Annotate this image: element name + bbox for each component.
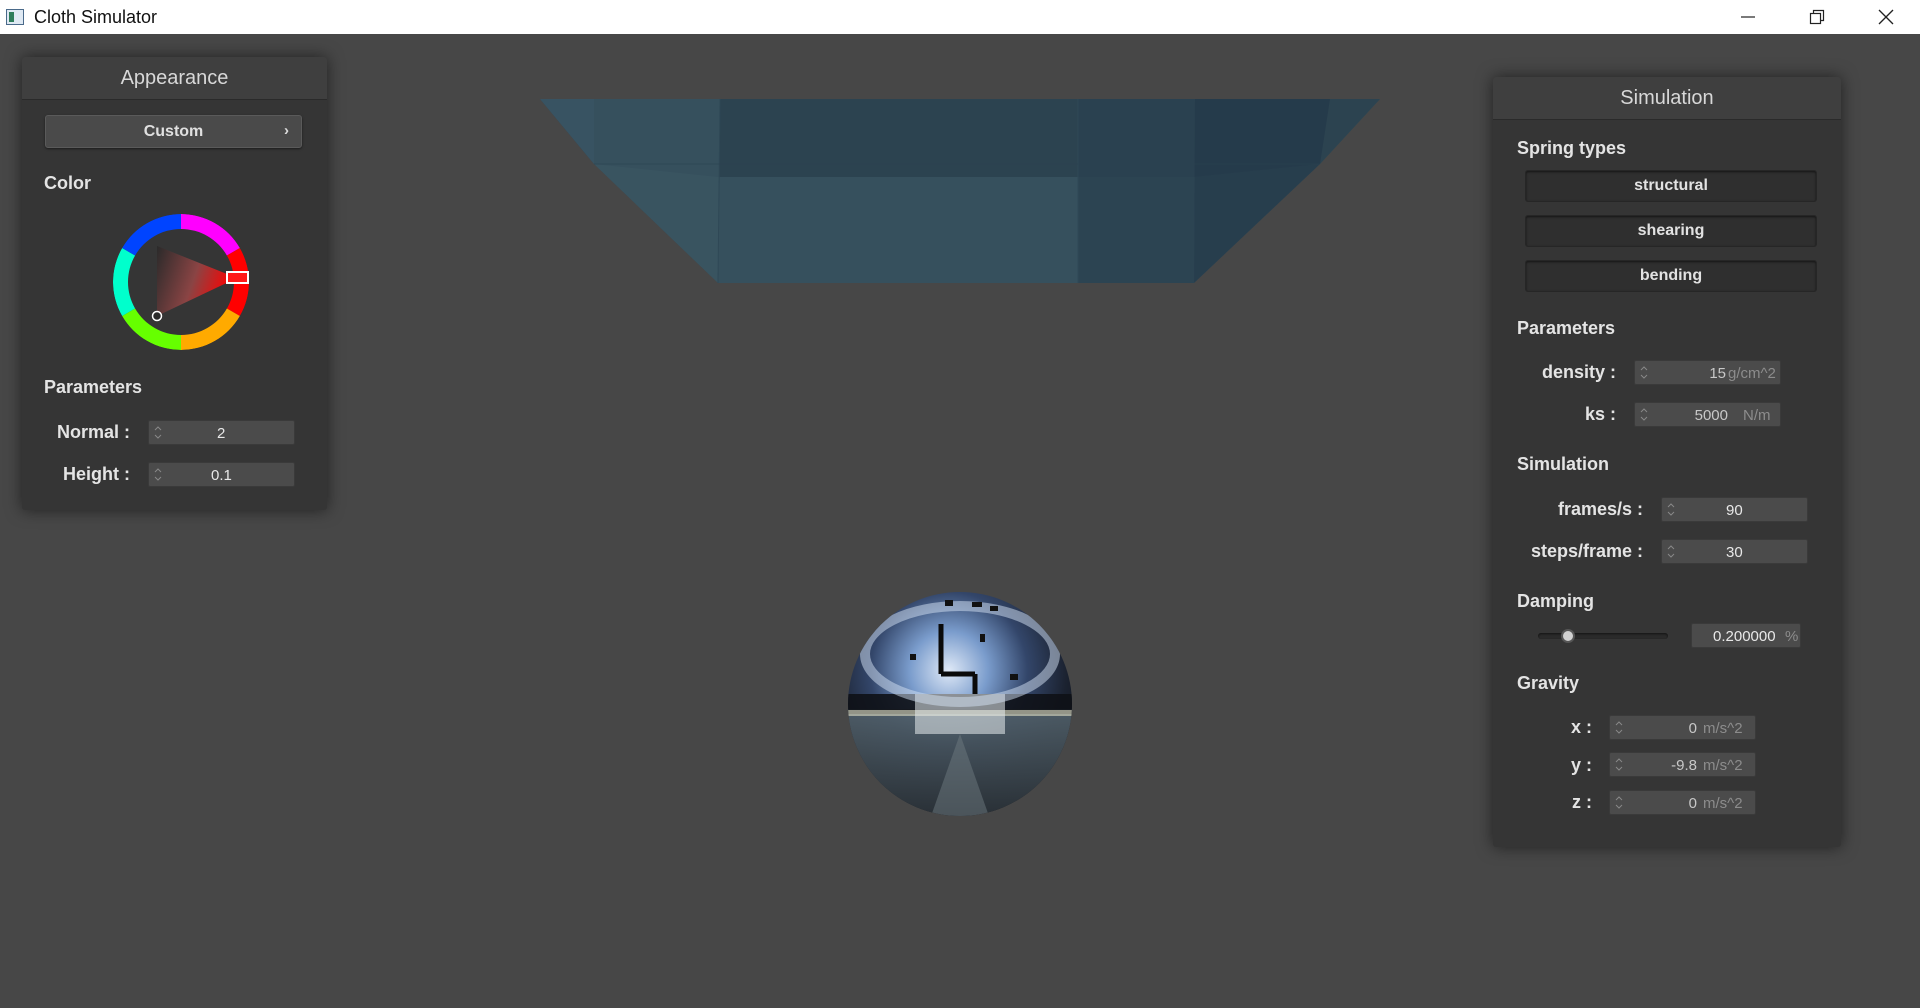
- cloth-mesh: [540, 98, 1380, 284]
- height-label: Height :: [63, 464, 130, 484]
- gravity-z-value: 0: [1688, 795, 1697, 812]
- gravity-x-label: x :: [1570, 717, 1592, 737]
- damping-slider[interactable]: [1538, 628, 1668, 644]
- density-unit: g/cm^2: [1728, 365, 1776, 382]
- normal-input[interactable]: 2: [148, 420, 295, 445]
- damping-value: 0.200000: [1713, 628, 1776, 645]
- collision-sphere: [848, 592, 1072, 816]
- restore-icon: [1809, 9, 1824, 25]
- damping-slider-knob[interactable]: [1561, 629, 1576, 643]
- spring-types-label: Spring types: [1517, 138, 1627, 158]
- restore-button[interactable]: [1782, 0, 1851, 34]
- simulation-parameters-label: Parameters: [1517, 318, 1616, 338]
- spinner-icon[interactable]: [1639, 406, 1649, 423]
- damping-unit: %: [1785, 628, 1799, 645]
- height-value: 0.1: [211, 467, 232, 484]
- density-input[interactable]: 15 g/cm^2: [1634, 360, 1781, 385]
- spinner-icon[interactable]: [1639, 364, 1649, 381]
- height-input[interactable]: 0.1: [148, 462, 295, 487]
- gravity-x-input[interactable]: 0 m/s^2: [1609, 715, 1756, 740]
- spinner-icon[interactable]: [1666, 543, 1676, 560]
- steps-input[interactable]: 30: [1661, 539, 1808, 564]
- saturation-triangle[interactable]: [157, 246, 237, 316]
- appearance-panel-title: Appearance: [22, 57, 327, 100]
- gravity-z-label: z :: [1572, 792, 1592, 812]
- ks-input[interactable]: 5000 N/m: [1634, 402, 1781, 427]
- color-picker-marker[interactable]: [151, 310, 163, 322]
- spinner-icon[interactable]: [153, 466, 163, 483]
- gravity-x-unit: m/s^2: [1703, 720, 1743, 737]
- appearance-parameters-label: Parameters: [44, 377, 143, 397]
- spinner-icon[interactable]: [1614, 794, 1624, 811]
- normal-value: 2: [217, 425, 226, 442]
- steps-label: steps/frame :: [1530, 541, 1643, 561]
- density-label: density :: [1541, 362, 1616, 382]
- density-value: 15: [1709, 365, 1726, 382]
- simulation-section-label: Simulation: [1517, 454, 1610, 474]
- gravity-z-input[interactable]: 0 m/s^2: [1609, 790, 1756, 815]
- structural-toggle-button[interactable]: structural: [1525, 170, 1817, 202]
- gravity-y-unit: m/s^2: [1703, 757, 1743, 774]
- spinner-icon[interactable]: [1614, 756, 1624, 773]
- bending-toggle-button[interactable]: bending: [1525, 260, 1817, 292]
- chevron-right-icon: ›: [284, 122, 289, 139]
- ks-label: ks :: [1584, 404, 1616, 424]
- simulation-panel-title: Simulation: [1493, 77, 1841, 120]
- color-section-label: Color: [44, 173, 91, 193]
- minimize-icon: [1740, 16, 1755, 18]
- window-controls: [1713, 0, 1920, 34]
- window-title: Cloth Simulator: [34, 6, 158, 27]
- damping-slider-track: [1538, 633, 1668, 639]
- normal-label: Normal :: [56, 422, 130, 442]
- steps-value: 30: [1726, 544, 1743, 561]
- window-titlebar: Cloth Simulator: [0, 0, 1920, 34]
- gravity-x-value: 0: [1688, 720, 1697, 737]
- app-icon: [6, 9, 24, 25]
- gravity-y-label: y :: [1570, 755, 1592, 775]
- spinner-icon[interactable]: [153, 424, 163, 441]
- shearing-toggle-button[interactable]: shearing: [1525, 215, 1817, 247]
- ks-value: 5000: [1694, 407, 1728, 424]
- shader-dropdown-value: Custom: [143, 122, 204, 140]
- spinner-icon[interactable]: [1614, 719, 1624, 736]
- damping-input[interactable]: 0.200000 %: [1691, 623, 1801, 648]
- gravity-y-value: -9.8: [1671, 757, 1697, 774]
- fps-input[interactable]: 90: [1661, 497, 1808, 522]
- fps-value: 90: [1726, 502, 1743, 519]
- gravity-z-unit: m/s^2: [1703, 795, 1743, 812]
- damping-label: Damping: [1517, 591, 1595, 611]
- close-button[interactable]: [1851, 0, 1920, 34]
- hue-marker[interactable]: [226, 271, 249, 284]
- shader-dropdown[interactable]: Custom ›: [45, 115, 302, 148]
- minimize-button[interactable]: [1713, 0, 1782, 34]
- color-wheel[interactable]: [108, 209, 254, 355]
- spinner-icon[interactable]: [1666, 501, 1676, 518]
- gravity-label: Gravity: [1517, 673, 1580, 693]
- ks-unit: N/m: [1743, 407, 1771, 424]
- gravity-y-input[interactable]: -9.8 m/s^2: [1609, 752, 1756, 777]
- fps-label: frames/s :: [1557, 499, 1643, 519]
- close-icon: [1878, 9, 1893, 25]
